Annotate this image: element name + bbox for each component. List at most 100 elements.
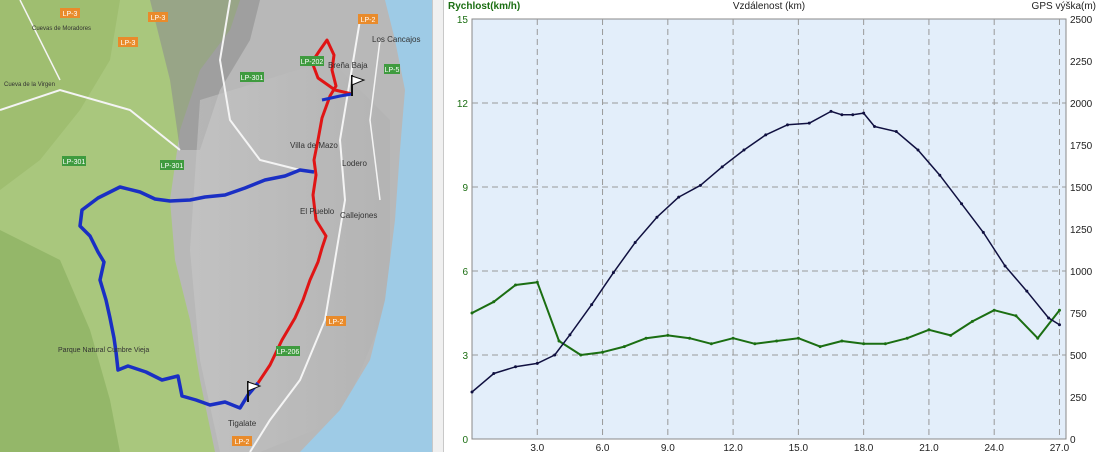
road-badge-label: LP-3 xyxy=(63,11,78,18)
speed-point xyxy=(601,350,605,354)
speed-point xyxy=(470,311,474,315)
elevation-point xyxy=(873,125,877,129)
y-right-tick-label: 1000 xyxy=(1070,267,1093,278)
y-left-tick-label: 15 xyxy=(457,15,469,26)
elevation-point xyxy=(655,215,659,219)
elevation-point xyxy=(1047,316,1051,320)
speed-point xyxy=(535,280,539,284)
plot-area xyxy=(471,18,1067,440)
x-tick-label: 6.0 xyxy=(596,443,610,452)
panel-splitter[interactable] xyxy=(432,0,444,452)
speed-point xyxy=(905,336,909,340)
speed-point xyxy=(1014,314,1018,318)
road-badge: LP-206 xyxy=(276,346,300,356)
place-label: Tigalate xyxy=(228,419,257,428)
road-badge-label: LP-301 xyxy=(241,75,264,82)
road-badge-label: LP-301 xyxy=(161,163,184,170)
y-right-tick-label: 250 xyxy=(1070,393,1087,404)
elevation-point xyxy=(568,333,572,337)
speed-point xyxy=(992,308,996,312)
road-badge-label: LP-5 xyxy=(385,67,400,74)
y-left-tick-label: 9 xyxy=(462,183,468,194)
place-label: Cueva de la Virgen xyxy=(4,82,55,88)
x-tick-label: 21.0 xyxy=(919,443,939,452)
elevation-point xyxy=(916,148,920,152)
elevation-point xyxy=(742,148,746,152)
elevation-point xyxy=(470,390,474,394)
top-axis-title: Vzdálenost (km) xyxy=(733,1,805,12)
elevation-point xyxy=(590,303,594,307)
elevation-point xyxy=(611,271,615,275)
road-badge-label: LP-2 xyxy=(235,439,250,446)
speed-point xyxy=(949,333,953,337)
left-axis-title: Rychlost(km/h) xyxy=(448,1,520,12)
speed-point xyxy=(970,319,974,323)
road-badge: LP-301 xyxy=(62,156,86,166)
speed-point xyxy=(1057,308,1061,312)
speed-point xyxy=(514,283,518,287)
elevation-point xyxy=(677,195,681,199)
x-tick-label: 18.0 xyxy=(854,443,874,452)
place-label: Parque Natural Cumbre Vieja xyxy=(58,347,149,354)
x-tick-label: 12.0 xyxy=(723,443,743,452)
chart-canvas: 3.0 6.0 9.0 12.0 15.0 18.0 21.0 24.0 27.00 3 6 9 12 1… xyxy=(448,1,1096,454)
elevation-point xyxy=(1003,264,1007,268)
elevation-point xyxy=(862,111,866,115)
elevation-point xyxy=(1025,289,1029,293)
y-right-tick-label: 0 xyxy=(1070,435,1076,446)
place-label: Lodero xyxy=(342,159,367,168)
road-badge: LP-202 xyxy=(300,56,324,66)
road-badge: LP-301 xyxy=(160,160,184,170)
y-right-tick-label: 2250 xyxy=(1070,57,1093,68)
place-label: El Pueblo xyxy=(300,207,335,216)
road-badge: LP-5 xyxy=(384,64,400,74)
elevation-point xyxy=(633,240,637,244)
route-map[interactable]: LP-3 LP-3 LP-3 LP-2 LP-2 LP-2 LP-301 LP-… xyxy=(0,0,432,452)
elevation-point xyxy=(514,365,518,369)
road-badge-label: LP-301 xyxy=(63,159,86,166)
x-tick-label: 15.0 xyxy=(789,443,809,452)
speed-point xyxy=(492,300,496,304)
y-left-tick-label: 6 xyxy=(462,267,468,278)
road-badge-label: LP-206 xyxy=(277,349,300,356)
road-badge: LP-3 xyxy=(148,12,168,22)
y-right-tick-label: 750 xyxy=(1070,309,1087,320)
road-badge: LP-301 xyxy=(240,72,264,82)
speed-point xyxy=(666,333,670,337)
road-badge-label: LP-202 xyxy=(301,59,324,66)
y-right-tick-label: 1500 xyxy=(1070,183,1093,194)
x-tick-label: 24.0 xyxy=(984,443,1004,452)
speed-point xyxy=(775,339,779,343)
speed-point xyxy=(731,336,735,340)
map-canvas: LP-3 LP-3 LP-3 LP-2 LP-2 LP-2 LP-301 LP-… xyxy=(0,0,432,452)
speed-point xyxy=(644,336,648,340)
elevation-point xyxy=(492,371,496,375)
elevation-point xyxy=(1057,323,1061,327)
speed-point xyxy=(579,353,583,357)
elevation-point xyxy=(807,121,811,125)
place-label: Los Cancajos xyxy=(372,35,420,44)
elevation-point xyxy=(764,133,768,137)
x-tick-label: 3.0 xyxy=(530,443,544,452)
speed-point xyxy=(840,339,844,343)
elevation-point xyxy=(698,183,702,187)
y-right-tick-label: 1750 xyxy=(1070,141,1093,152)
road-badge: LP-3 xyxy=(118,37,138,47)
y-right-tick-label: 2000 xyxy=(1070,99,1093,110)
speed-point xyxy=(557,339,561,343)
place-label: Cuevas de Moradores xyxy=(32,26,91,32)
y-right-tick-label: 1250 xyxy=(1070,225,1093,236)
y-right-tick-label: 2500 xyxy=(1070,15,1093,26)
y-right-tick-label: 500 xyxy=(1070,351,1087,362)
elevation-point xyxy=(535,361,539,365)
x-tick-label: 9.0 xyxy=(661,443,675,452)
road-badge-label: LP-3 xyxy=(121,40,136,47)
elevation-point xyxy=(829,109,833,113)
road-badge-label: LP-2 xyxy=(329,319,344,326)
road-badge: LP-3 xyxy=(60,8,80,18)
y-left-tick-label: 3 xyxy=(462,351,468,362)
elevation-point xyxy=(938,173,942,177)
x-tick-label: 27.0 xyxy=(1050,443,1070,452)
road-badge: LP-2 xyxy=(358,14,378,24)
y-left-tick-label: 12 xyxy=(457,99,469,110)
